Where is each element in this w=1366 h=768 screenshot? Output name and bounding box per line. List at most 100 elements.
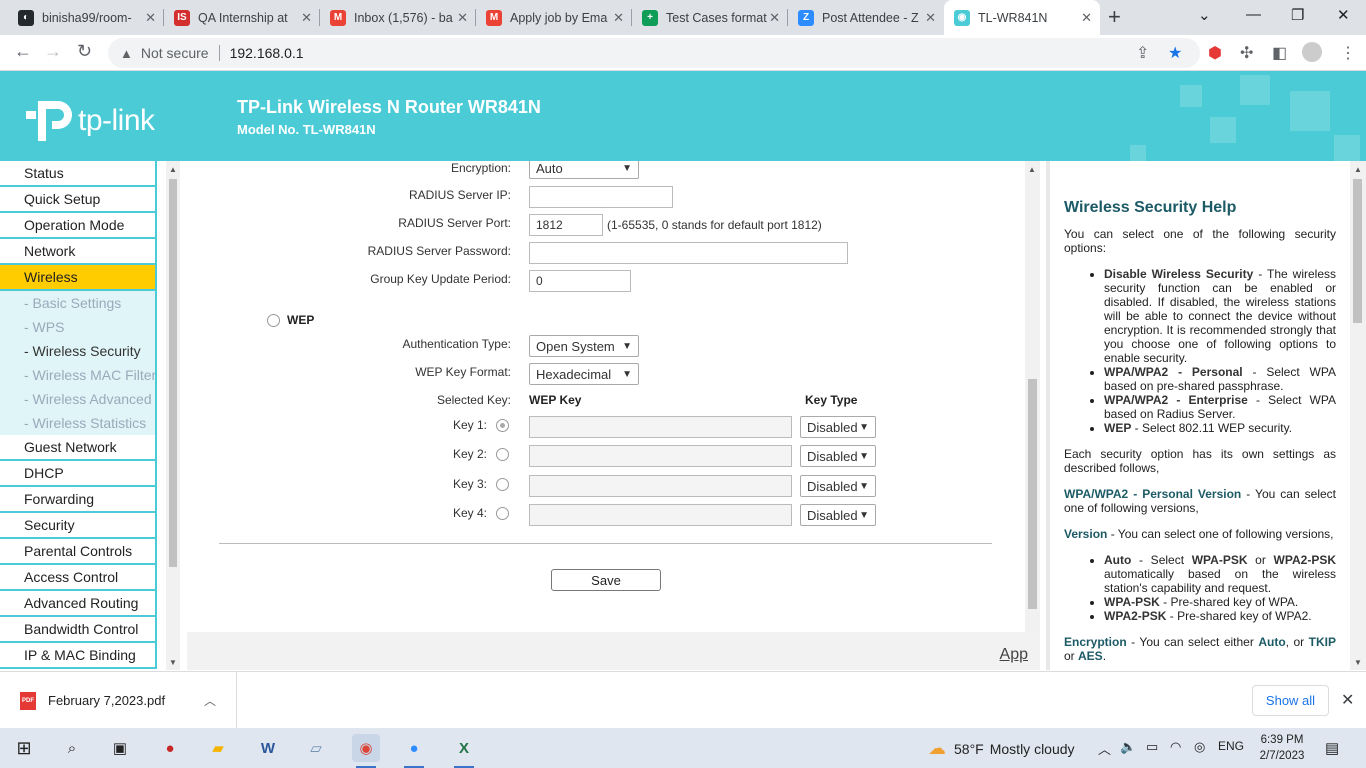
battery-icon[interactable]: ▭ <box>1146 739 1158 755</box>
key-type-select[interactable]: Disabled ▼ <box>800 475 876 497</box>
menu-item-ip-mac-binding[interactable]: IP & MAC Binding <box>0 643 157 669</box>
close-tab-icon[interactable]: ✕ <box>769 10 780 26</box>
excel-icon[interactable]: X <box>450 734 478 768</box>
menu-item-forwarding[interactable]: Forwarding <box>0 487 157 513</box>
key-type-select[interactable]: Disabled ▼ <box>800 416 876 438</box>
system-clock[interactable]: 6:39 PM 2/7/2023 <box>1252 732 1312 764</box>
browser-tab[interactable]: IS QA Internship at ✕ <box>164 0 320 35</box>
submenu-item-wireless-mac-filtering[interactable]: - Wireless MAC Filtering <box>0 363 157 387</box>
volume-icon[interactable]: 🔈 <box>1120 739 1136 755</box>
browser-tab[interactable]: ◐ binisha99/room- ✕ <box>8 0 164 35</box>
wep-key-input[interactable] <box>529 445 792 467</box>
app-link[interactable]: App <box>1000 646 1028 664</box>
profile-avatar[interactable] <box>1302 42 1322 62</box>
radius-port-input[interactable]: 1812 <box>529 214 603 236</box>
wep-key-input[interactable] <box>529 475 792 497</box>
menu-item-status[interactable]: Status <box>0 161 157 187</box>
key-select-radio[interactable] <box>496 478 509 491</box>
browser-tab[interactable]: M Apply job by Ema ✕ <box>476 0 632 35</box>
game-app-icon[interactable]: ● <box>156 734 184 762</box>
radius-password-input[interactable] <box>529 242 848 264</box>
scroll-up-icon[interactable]: ▲ <box>1354 165 1362 174</box>
notifications-icon[interactable]: ▤ <box>1325 739 1339 757</box>
menu-item-advanced-routing[interactable]: Advanced Routing <box>0 591 157 617</box>
new-tab-button[interactable]: + <box>1108 4 1121 30</box>
maximize-button[interactable]: ❐ <box>1291 6 1304 24</box>
security-label[interactable]: Not secure <box>141 45 209 61</box>
tray-overflow-icon[interactable]: ︿ <box>1098 739 1111 758</box>
weather-widget[interactable]: ☁ 58°F Mostly cloudy <box>928 738 1075 759</box>
browser-tab[interactable]: M Inbox (1,576) - ba ✕ <box>320 0 476 35</box>
word-icon[interactable]: W <box>254 734 282 762</box>
close-tab-icon[interactable]: ✕ <box>301 10 312 26</box>
menu-kebab-icon[interactable]: ⋮ <box>1340 43 1356 63</box>
submenu-item-wireless-security[interactable]: - Wireless Security <box>0 339 157 363</box>
back-icon[interactable]: ← <box>14 41 32 62</box>
download-filename[interactable]: February 7,2023.pdf <box>48 693 165 708</box>
key-format-select[interactable]: Hexadecimal ▼ <box>529 363 639 385</box>
windows-start-icon[interactable]: ⊞ <box>10 734 38 762</box>
extensions-puzzle-icon[interactable]: ✣ <box>1240 43 1253 63</box>
meet-now-icon[interactable]: ◎ <box>1194 739 1205 755</box>
file-explorer-icon[interactable]: ▰ <box>204 734 232 762</box>
bookmark-star-icon[interactable]: ★ <box>1168 43 1182 63</box>
side-panel-icon[interactable]: ◧ <box>1272 43 1287 63</box>
wep-key-input[interactable] <box>529 416 792 438</box>
menu-item-network[interactable]: Network <box>0 239 157 265</box>
submenu-item-wps[interactable]: - WPS <box>0 315 157 339</box>
key-type-select[interactable]: Disabled ▼ <box>800 504 876 526</box>
share-icon[interactable]: ⇪ <box>1136 43 1149 63</box>
radius-ip-input[interactable] <box>529 186 673 208</box>
close-tab-icon[interactable]: ✕ <box>457 10 468 26</box>
scroll-down-icon[interactable]: ▼ <box>169 658 177 667</box>
browser-tab[interactable]: + Test Cases format ✕ <box>632 0 788 35</box>
key-select-radio[interactable] <box>496 419 509 432</box>
menu-item-wireless[interactable]: Wireless <box>0 265 157 291</box>
extension-adblock-icon[interactable]: ⬢ <box>1208 43 1222 63</box>
submenu-item-wireless-statistics[interactable]: - Wireless Statistics <box>0 411 157 435</box>
submenu-item-wireless-advanced[interactable]: - Wireless Advanced <box>0 387 157 411</box>
notes-app-icon[interactable]: ▱ <box>302 734 330 762</box>
key-type-select[interactable]: Disabled ▼ <box>800 445 876 467</box>
menu-item-bandwidth-control[interactable]: Bandwidth Control <box>0 617 157 643</box>
key-select-radio[interactable] <box>496 507 509 520</box>
menu-item-guest-network[interactable]: Guest Network <box>0 435 157 461</box>
search-icon[interactable]: ⌕ <box>58 734 86 762</box>
tab-search-icon[interactable]: ⌄ <box>1198 6 1211 24</box>
minimize-button[interactable]: — <box>1246 6 1261 23</box>
forward-icon[interactable]: → <box>44 41 62 62</box>
wep-key-input[interactable] <box>529 504 792 526</box>
menu-item-parental-controls[interactable]: Parental Controls <box>0 539 157 565</box>
menu-scrollbar[interactable]: ▲ ▼ <box>166 161 180 670</box>
menu-item-access-control[interactable]: Access Control <box>0 565 157 591</box>
submenu-item-basic-settings[interactable]: - Basic Settings <box>0 291 157 315</box>
close-download-bar-icon[interactable]: ✕ <box>1341 690 1354 710</box>
group-key-input[interactable]: 0 <box>529 270 631 292</box>
scroll-up-icon[interactable]: ▲ <box>169 165 177 174</box>
menu-item-operation-mode[interactable]: Operation Mode <box>0 213 157 239</box>
close-window-button[interactable]: ✕ <box>1337 6 1350 24</box>
browser-tab[interactable]: ◉ TL-WR841N ✕ <box>944 0 1100 35</box>
zoom-icon[interactable]: ● <box>400 734 428 768</box>
browser-tab[interactable]: Z Post Attendee - Z ✕ <box>788 0 944 35</box>
menu-item-quick-setup[interactable]: Quick Setup <box>0 187 157 213</box>
menu-item-security[interactable]: Security <box>0 513 157 539</box>
chevron-up-icon[interactable]: ︿ <box>204 692 216 709</box>
menu-item-dhcp[interactable]: DHCP <box>0 461 157 487</box>
auth-type-select[interactable]: Open System ▼ <box>529 335 639 357</box>
scroll-up-icon[interactable]: ▲ <box>1028 165 1036 174</box>
close-tab-icon[interactable]: ✕ <box>145 10 156 26</box>
wifi-icon[interactable]: ◠ <box>1170 739 1181 755</box>
reload-icon[interactable]: ↻ <box>77 41 92 62</box>
close-tab-icon[interactable]: ✕ <box>925 10 936 26</box>
close-tab-icon[interactable]: ✕ <box>1081 10 1092 26</box>
language-indicator[interactable]: ENG <box>1218 739 1244 753</box>
warning-icon[interactable]: ▲ <box>120 46 133 61</box>
address-bar[interactable]: ▲ Not secure 192.168.0.1 <box>108 38 1200 68</box>
task-view-icon[interactable]: ▣ <box>106 734 134 762</box>
close-tab-icon[interactable]: ✕ <box>613 10 624 26</box>
form-scrollbar[interactable]: ▲ <box>1025 161 1040 632</box>
key-select-radio[interactable] <box>496 448 509 461</box>
help-scrollbar[interactable]: ▲ ▼ <box>1350 161 1366 670</box>
show-all-button[interactable]: Show all <box>1252 685 1329 716</box>
